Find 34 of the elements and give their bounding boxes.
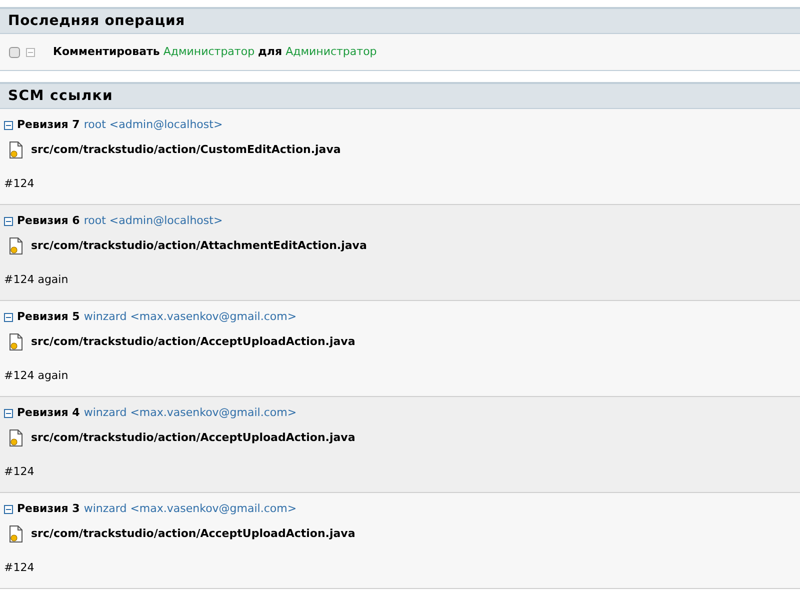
commit-message: #124 again xyxy=(4,273,68,286)
revision-label: Ревизия 7 xyxy=(17,116,80,133)
author-link[interactable]: winzard <max.vasenkov@gmail.com> xyxy=(84,308,297,326)
collapse-icon[interactable] xyxy=(4,216,13,226)
file-icon xyxy=(9,237,23,255)
file-path[interactable]: src/com/trackstudio/action/AttachmentEditAction.java xyxy=(31,238,367,254)
collapse-icon[interactable] xyxy=(4,312,13,322)
author-link[interactable]: winzard <max.vasenkov@gmail.com> xyxy=(84,500,297,518)
collapse-icon[interactable] xyxy=(4,408,13,418)
file-icon xyxy=(9,525,23,543)
revision-label: Ревизия 3 xyxy=(17,500,80,517)
file-icon xyxy=(9,333,23,351)
revision-label: Ревизия 6 xyxy=(17,212,80,229)
commit-message: #124 xyxy=(4,177,34,190)
section-title: Последняя операция xyxy=(8,12,185,30)
section-title: SCM ссылки xyxy=(8,86,113,106)
file-path[interactable]: src/com/trackstudio/action/AcceptUploadAction.java xyxy=(31,334,356,350)
commit-message: #124 again xyxy=(4,369,68,382)
revision-label: Ревизия 4 xyxy=(17,404,80,421)
author-link[interactable]: root <admin@localhost> xyxy=(84,212,223,230)
commit-message: #124 xyxy=(4,465,34,478)
commit-message: #124 xyxy=(4,561,34,574)
checkbox[interactable] xyxy=(9,46,20,58)
author-link[interactable]: winzard <max.vasenkov@gmail.com> xyxy=(84,404,297,422)
file-icon xyxy=(9,429,23,447)
revision-label: Ревизия 5 xyxy=(17,308,80,325)
collapse-icon[interactable] xyxy=(4,504,13,514)
author-link[interactable]: root <admin@localhost> xyxy=(84,116,223,134)
file-path[interactable]: src/com/trackstudio/action/AcceptUploadAction.java xyxy=(31,526,356,542)
file-path[interactable]: src/com/trackstudio/action/CustomEditAction.java xyxy=(31,142,341,158)
file-path[interactable]: src/com/trackstudio/action/AcceptUploadAction.java xyxy=(31,430,356,446)
collapse-icon[interactable] xyxy=(4,120,13,130)
operation-text: Комментировать Администратор для Администратор xyxy=(53,44,377,60)
file-icon xyxy=(9,141,23,159)
